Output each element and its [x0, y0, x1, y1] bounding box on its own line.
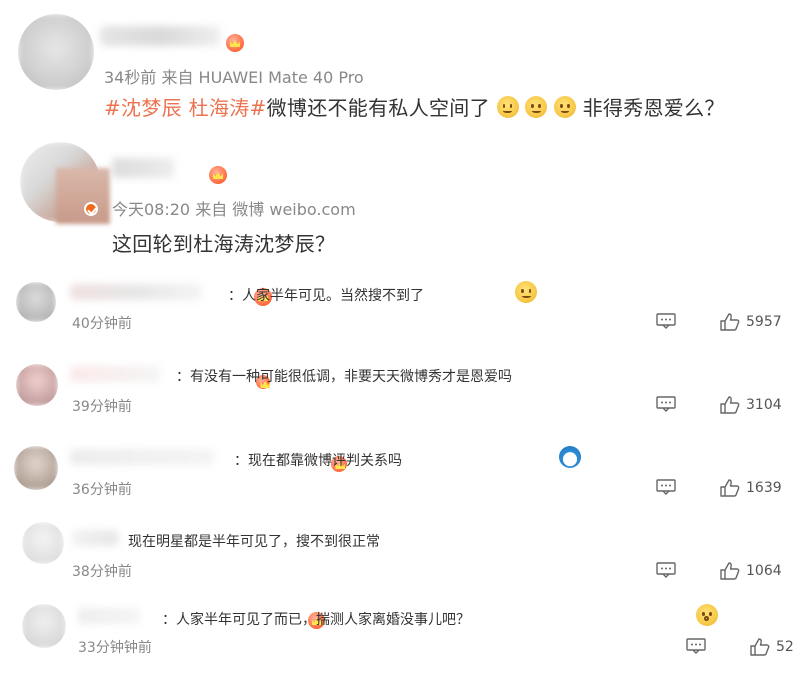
avatar[interactable] [14, 446, 58, 490]
reply-button[interactable] [686, 638, 706, 654]
comment-icon [686, 638, 706, 654]
like-count: 52 [776, 639, 794, 655]
comment-text: 现在明星都是半年可见了，搜不到很正常 [128, 534, 380, 550]
post-text: 微博还不能有私人空间了 [266, 96, 490, 120]
post-body: 这回轮到杜海涛沈梦辰？ [112, 232, 336, 256]
username-masked[interactable] [100, 26, 220, 46]
comment-text: ：现在都靠微博评判关系吗 [234, 453, 402, 469]
comment-icon [656, 313, 676, 329]
avatar-overlay [56, 168, 110, 224]
comment-icon [656, 396, 676, 412]
thumbs-up-icon [720, 396, 740, 414]
doraemon-emoji [558, 446, 581, 468]
avatar[interactable] [18, 14, 94, 90]
thumbs-up-icon [720, 479, 740, 497]
post-text-end: 非得秀恩爱么？ [582, 96, 725, 120]
like-count: 1064 [746, 563, 782, 579]
like-button[interactable]: 52 [750, 638, 794, 656]
comment-time: 38分钟前 [72, 564, 132, 580]
like-count: 3104 [746, 397, 782, 413]
verified-badge-icon [84, 202, 98, 216]
comment-icon [656, 479, 676, 495]
sweat-emoji [515, 281, 538, 303]
username-masked[interactable] [78, 608, 140, 624]
comment-time: 33分钟钟前 [78, 640, 152, 656]
thumbs-up-icon [750, 638, 770, 656]
username-masked[interactable] [70, 366, 160, 382]
comment-time: 36分钟前 [72, 482, 132, 498]
smiley-emoji [553, 96, 576, 118]
comment-time: 39分钟前 [72, 399, 132, 415]
comment-text: ：人家半年可见。当然搜不到了 [228, 288, 424, 304]
reply-button[interactable] [656, 313, 676, 329]
like-button[interactable]: 1064 [720, 562, 782, 580]
post-body: #沈梦辰 杜海涛#微博还不能有私人空间了 非得秀恩爱么？ [104, 92, 725, 121]
comment-time: 40分钟前 [72, 316, 132, 332]
crown-badge-icon [209, 166, 228, 184]
username-masked[interactable] [70, 284, 202, 300]
username-masked[interactable] [70, 449, 214, 465]
thumbs-up-icon [720, 313, 740, 331]
smiley-emoji [496, 96, 519, 118]
astonished-emoji [695, 604, 718, 626]
hashtag-du-haitao[interactable]: 杜海涛# [189, 96, 267, 120]
like-button[interactable]: 3104 [720, 396, 782, 414]
smiley-emoji [525, 96, 548, 118]
comment-text: ：有没有一种可能很低调，非要天天微博秀才是恩爱吗 [176, 369, 512, 385]
avatar[interactable] [22, 604, 66, 648]
reply-button[interactable] [656, 562, 676, 578]
like-count: 5957 [746, 314, 782, 330]
avatar[interactable] [16, 364, 58, 406]
crown-badge-icon [226, 34, 244, 52]
like-button[interactable]: 5957 [720, 313, 782, 331]
thumbs-up-icon [720, 562, 740, 580]
username-masked[interactable] [112, 158, 174, 178]
comment-icon [656, 562, 676, 578]
like-button[interactable]: 1639 [720, 479, 782, 497]
post-meta: 今天08:20 来自 微博 weibo.com [112, 200, 356, 219]
hashtag-shen-mengchen[interactable]: #沈梦辰 [104, 96, 182, 120]
avatar[interactable] [22, 522, 64, 564]
username-masked[interactable] [72, 530, 118, 546]
reply-button[interactable] [656, 479, 676, 495]
comment-text: ：人家半年可见了而已，揣测人家离婚没事儿吧？ [162, 612, 470, 628]
like-count: 1639 [746, 480, 782, 496]
avatar[interactable] [16, 282, 56, 322]
post-meta: 34秒前 来自 HUAWEI Mate 40 Pro [104, 68, 364, 87]
reply-button[interactable] [656, 396, 676, 412]
